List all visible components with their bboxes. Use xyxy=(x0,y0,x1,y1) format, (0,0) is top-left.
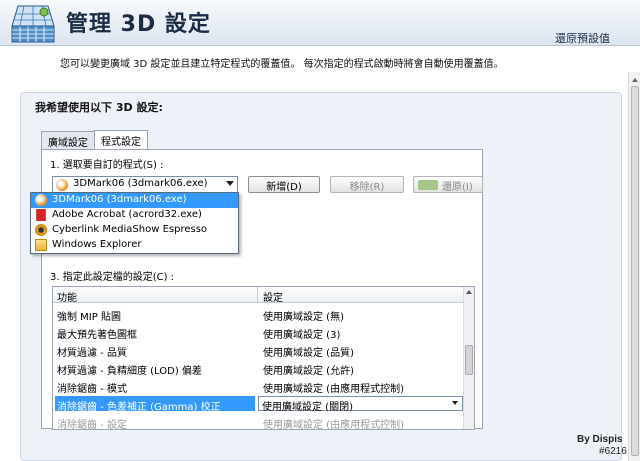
column-header-setting[interactable]: 設定 xyxy=(263,289,283,304)
table-scrollbar[interactable] xyxy=(463,287,474,429)
page-scrollbar[interactable] xyxy=(628,72,640,461)
list-item-label: Adobe Acrobat (acrord32.exe) xyxy=(52,209,202,220)
list-item[interactable]: Windows Explorer xyxy=(31,238,238,253)
list-item[interactable]: 3DMark06 (3dmark06.exe) xyxy=(31,193,238,208)
row-feature: 消除鋸齒 - 模式 xyxy=(57,384,127,395)
tab-content: 1. 選取要自訂的程式(S) : 3DMark06 (3dmark06.exe)… xyxy=(41,149,483,430)
row-setting: 使用廣域設定 (3) xyxy=(263,330,341,341)
scroll-up-icon[interactable] xyxy=(466,290,472,294)
watermark: #6216 xyxy=(599,446,627,457)
list-item-label: Windows Explorer xyxy=(52,239,142,250)
row-feature: 強制 MIP 貼圖 xyxy=(57,312,121,323)
row-setting: 使用廣域設定 (由應用程式控制) xyxy=(263,384,404,395)
page-title: 管理 3D 設定 xyxy=(66,12,211,37)
tab-program-settings[interactable]: 程式設定 xyxy=(94,130,148,150)
row-setting: 使用廣域設定 (由應用程式控制) xyxy=(263,420,404,430)
scroll-thumb[interactable] xyxy=(631,86,639,456)
table-row[interactable]: 消除鋸齒 - 設定 使用廣域設定 (由應用程式控制) xyxy=(53,413,465,430)
table-row[interactable]: 材質過濾 - 負精細度 (LOD) 偏差 使用廣域設定 (允許) xyxy=(53,359,465,377)
folder-icon xyxy=(35,239,47,251)
scroll-thumb[interactable] xyxy=(465,345,473,375)
page-description: 您可以變更廣域 3D 設定並且建立特定程式的覆蓋值。 每次指定的程式啟動時將會自… xyxy=(60,59,504,70)
cyberlink-icon xyxy=(35,224,47,236)
column-header-feature[interactable]: 功能 xyxy=(57,289,77,304)
setting-select[interactable]: 使用廣域設定 (關閉) xyxy=(258,396,463,413)
table-row[interactable]: 材質過濾 - 品質 使用廣域設定 (品質) xyxy=(53,341,465,359)
row-setting: 使用廣域設定 (品質) xyxy=(263,348,354,359)
row-feature: 消除鋸齒 - 設定 xyxy=(57,420,127,430)
restore-button[interactable]: 還原(I) xyxy=(413,176,483,193)
add-button[interactable]: 新增(D) xyxy=(248,176,320,193)
row-setting: 使用廣域設定 (允許) xyxy=(263,366,354,377)
table-row-selected[interactable]: 消除鋸齒 - 色差補正 (Gamma) 校正 使用廣域設定 (關閉) xyxy=(53,395,465,413)
settings-table: 功能 設定 強制 MIP 貼圖 使用廣域設定 (無) 最大預先著色圖框 使用廣域… xyxy=(52,286,475,430)
list-item-label: Cyberlink MediaShow Espresso xyxy=(52,224,208,235)
3d-settings-icon xyxy=(11,5,55,43)
tab-global-settings[interactable]: 廣域設定 xyxy=(41,131,95,150)
chevron-down-icon[interactable] xyxy=(452,401,458,405)
author-credit: By Dispis xyxy=(577,434,623,445)
3dmark-icon xyxy=(35,194,47,206)
program-select-value: 3DMark06 (3dmark06.exe) xyxy=(73,178,208,189)
acrobat-icon xyxy=(36,209,46,221)
table-header: 功能 設定 xyxy=(53,287,465,304)
setting-select-value: 使用廣域設定 (關閉) xyxy=(262,402,353,413)
table-row[interactable]: 消除鋸齒 - 模式 使用廣域設定 (由應用程式控制) xyxy=(53,377,465,395)
row-setting: 使用廣域設定 (無) xyxy=(263,312,344,323)
list-item[interactable]: Cyberlink MediaShow Espresso xyxy=(31,223,238,238)
restore-button-label: 還原(I) xyxy=(442,182,473,193)
remove-button[interactable]: 移除(R) xyxy=(330,176,404,193)
list-item[interactable]: Adobe Acrobat (acrord32.exe) xyxy=(31,208,238,223)
restore-defaults-link[interactable]: 還原預設值 xyxy=(555,30,610,46)
nvidia-icon xyxy=(418,180,438,190)
3dmark-icon xyxy=(56,179,68,191)
row-feature: 最大預先著色圖框 xyxy=(57,330,137,341)
program-select[interactable]: 3DMark06 (3dmark06.exe) xyxy=(52,176,238,193)
program-dropdown-list: 3DMark06 (3dmark06.exe) Adobe Acrobat (a… xyxy=(30,192,239,254)
table-row[interactable]: 最大預先著色圖框 使用廣域設定 (3) xyxy=(53,323,465,341)
settings-panel: 我希望使用以下 3D 設定: 廣域設定 程式設定 1. 選取要自訂的程式(S) … xyxy=(20,92,622,461)
scroll-up-icon[interactable] xyxy=(632,78,638,82)
list-item-label: 3DMark06 (3dmark06.exe) xyxy=(52,194,187,205)
row-feature: 材質過濾 - 品質 xyxy=(57,348,127,359)
row-feature: 材質過濾 - 負精細度 (LOD) 偏差 xyxy=(57,366,202,377)
row-feature: 消除鋸齒 - 色差補正 (Gamma) 校正 xyxy=(55,396,255,413)
table-row[interactable]: 強制 MIP 貼圖 使用廣域設定 (無) xyxy=(53,305,465,323)
program-settings-label: 3. 指定此設定檔的設定(C) : xyxy=(50,272,175,283)
chevron-down-icon[interactable] xyxy=(226,181,234,186)
panel-heading: 我希望使用以下 3D 設定: xyxy=(35,101,163,114)
column-divider[interactable] xyxy=(257,287,258,303)
header: 管理 3D 設定 還原預設值 xyxy=(0,0,640,46)
select-program-label: 1. 選取要自訂的程式(S) : xyxy=(50,160,164,171)
